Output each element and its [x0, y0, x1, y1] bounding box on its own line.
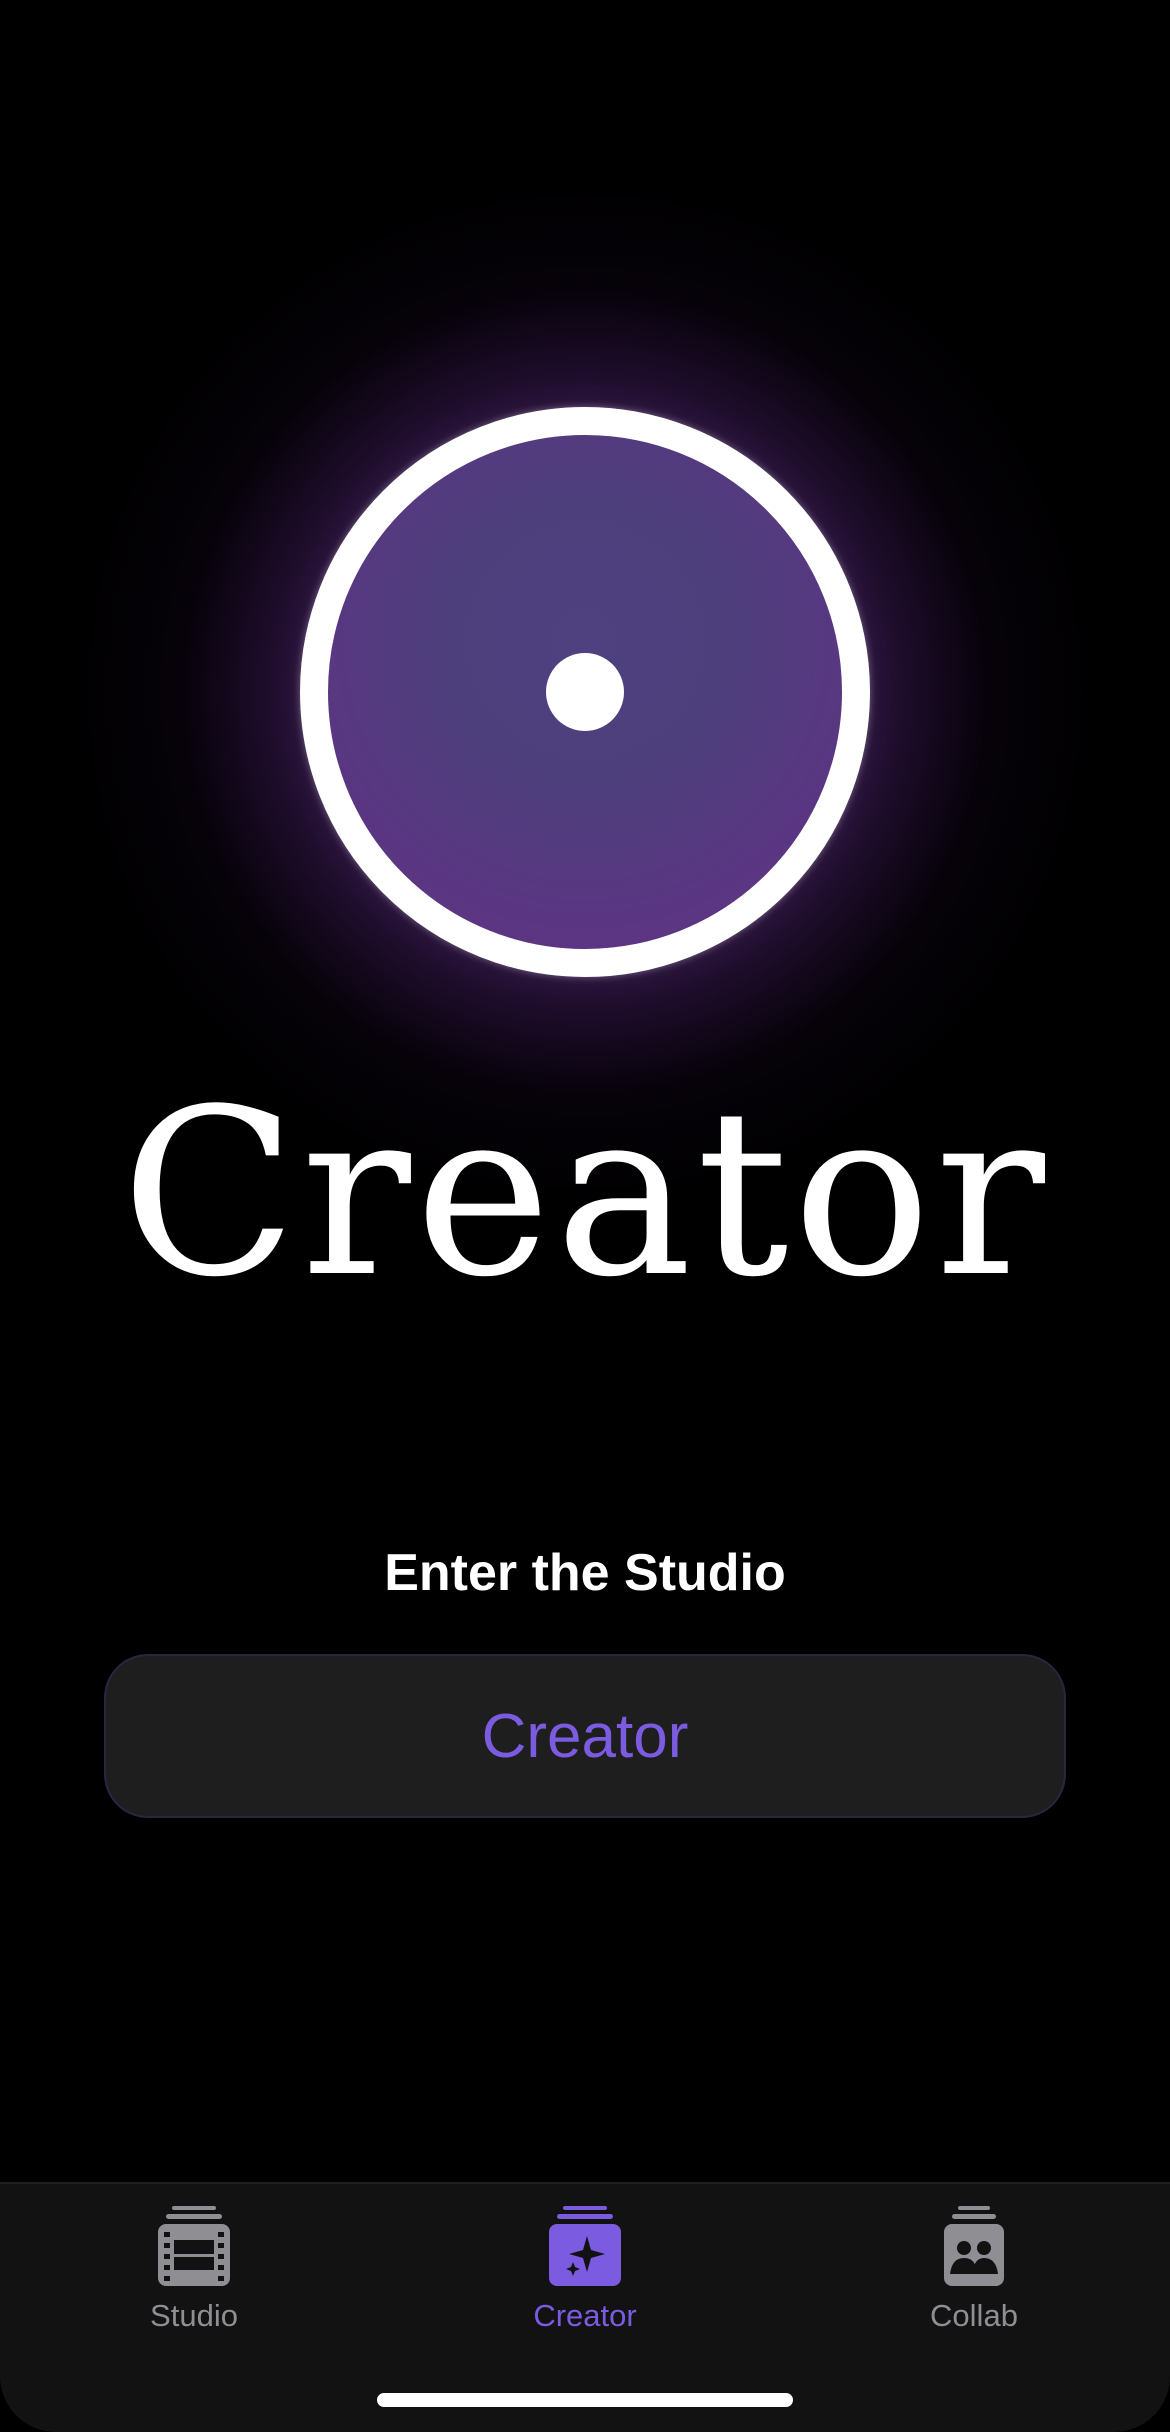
- app-screen: Creator Enter the Studio Creator Studio …: [0, 0, 1170, 2432]
- tab-creator-label: Creator: [533, 2298, 637, 2333]
- tab-collab-label: Collab: [930, 2298, 1018, 2333]
- enter-studio-label: Enter the Studio: [384, 1544, 786, 1602]
- creator-button[interactable]: Creator: [104, 1654, 1066, 1818]
- tab-studio-label: Studio: [150, 2298, 238, 2333]
- tab-studio[interactable]: Studio: [64, 2202, 324, 2352]
- tab-collab[interactable]: Collab: [844, 2202, 1104, 2352]
- film-stack-icon: [158, 2206, 230, 2286]
- orb-center-dot: [546, 653, 624, 731]
- home-indicator[interactable]: [377, 2393, 793, 2407]
- tab-creator[interactable]: Creator: [455, 2202, 715, 2352]
- hero-title: Creator: [120, 1061, 1049, 1328]
- sparkle-stack-icon: [549, 2206, 621, 2286]
- people-stack-icon: [944, 2206, 1004, 2286]
